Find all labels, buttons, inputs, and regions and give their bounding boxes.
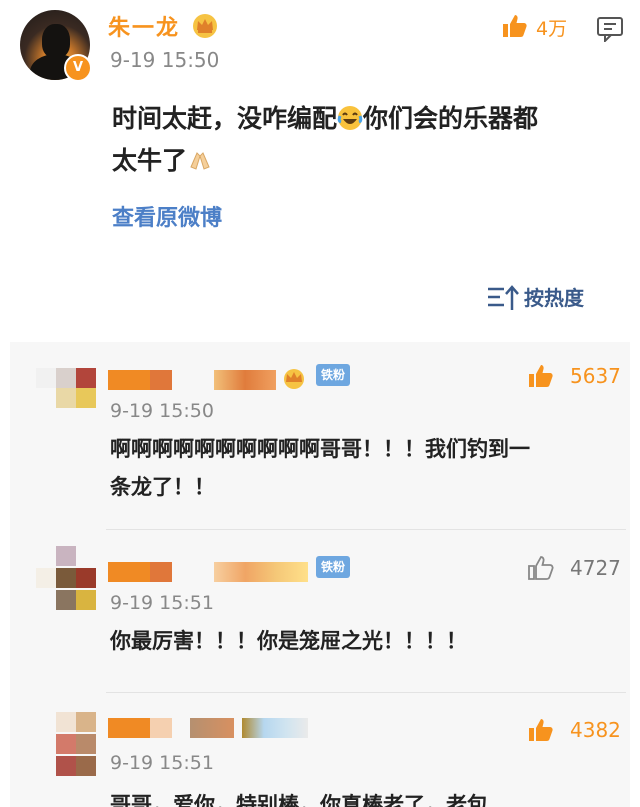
blurred-username[interactable] xyxy=(108,718,150,738)
weibo-post: V 朱一龙 9-19 15:50 4万 时间太赶，没咋编配 你们会的乐器都 太牛… xyxy=(0,0,640,340)
post-text-line1: 时间太赶，没咋编配 xyxy=(112,104,338,133)
like-icon[interactable] xyxy=(526,716,554,744)
crown-icon xyxy=(193,14,217,38)
blurred-username[interactable] xyxy=(108,562,150,582)
comment-icon[interactable] xyxy=(596,16,624,42)
like-icon[interactable] xyxy=(500,12,528,40)
post-text-line2: 太牛了 xyxy=(112,146,188,175)
fan-badge: 铁粉 xyxy=(316,364,350,386)
comment-text: 哥哥，爱你，特别棒，你真棒老了，老包 xyxy=(110,786,620,807)
comment-item: 铁粉 4727 9-19 15:51 你最厉害！！！你是笼屉之光！！！！ xyxy=(10,534,630,696)
blurred-username[interactable] xyxy=(108,370,150,390)
post-time: 9-19 15:50 xyxy=(110,48,220,72)
comment-text-line1: 你最厉害！！！你是笼屉之光！！！！ xyxy=(110,629,467,653)
blurred-username-part xyxy=(190,718,234,738)
fan-badge: 铁粉 xyxy=(316,556,350,578)
comment-item: 铁粉 5637 9-19 15:50 啊啊啊啊啊啊啊啊啊啊哥哥！！！我们钓到一 … xyxy=(10,342,630,534)
comment-like-count: 4727 xyxy=(570,556,621,580)
post-body: 时间太赶，没咋编配 你们会的乐器都 太牛了 xyxy=(112,98,612,182)
view-original-link[interactable]: 查看原微博 xyxy=(112,200,222,232)
comment-time: 9-19 15:50 xyxy=(110,400,214,422)
comment-like-count: 5637 xyxy=(570,364,621,388)
clap-hands-emoji-icon xyxy=(190,152,210,170)
comment-time: 9-19 15:51 xyxy=(110,752,214,774)
blurred-username-part xyxy=(214,562,308,582)
comment-text-line1: 哥哥，爱你，特别棒，你真棒老了，老包 xyxy=(110,793,488,807)
comment-like-count: 4382 xyxy=(570,718,621,742)
pixelated-avatar[interactable] xyxy=(24,546,96,610)
pixelated-avatar[interactable] xyxy=(24,356,96,416)
crown-icon xyxy=(284,369,304,389)
comment-text-line1: 啊啊啊啊啊啊啊啊啊啊哥哥！！！我们钓到一 xyxy=(110,437,530,461)
post-like-count: 4万 xyxy=(536,18,568,40)
comment-text: 你最厉害！！！你是笼屉之光！！！！ xyxy=(110,622,620,660)
sort-icon xyxy=(488,285,519,310)
author-name[interactable]: 朱一龙 xyxy=(108,10,180,42)
pixelated-avatar[interactable] xyxy=(24,712,96,776)
like-outline-icon[interactable] xyxy=(526,554,554,582)
comment-text-line2: 条龙了！！ xyxy=(110,475,215,499)
comment-text: 啊啊啊啊啊啊啊啊啊啊哥哥！！！我们钓到一 条龙了！！ xyxy=(110,430,620,506)
like-icon[interactable] xyxy=(526,362,554,390)
comment-time: 9-19 15:51 xyxy=(110,592,214,614)
laugh-cry-emoji-icon xyxy=(337,106,363,130)
divider xyxy=(106,692,626,693)
comment-item: 4382 9-19 15:51 哥哥，爱你，特别棒，你真棒老了，老包 xyxy=(10,696,630,807)
divider xyxy=(106,529,626,530)
blurred-username-part xyxy=(214,370,276,390)
verified-badge: V xyxy=(64,54,92,82)
comment-list: 铁粉 5637 9-19 15:50 啊啊啊啊啊啊啊啊啊啊哥哥！！！我们钓到一 … xyxy=(10,342,630,807)
sort-label: 按热度 xyxy=(524,286,584,310)
blurred-username-part xyxy=(242,718,308,738)
avatar-silhouette-head xyxy=(42,24,70,58)
post-text-line1b: 你们会的乐器都 xyxy=(363,104,539,133)
